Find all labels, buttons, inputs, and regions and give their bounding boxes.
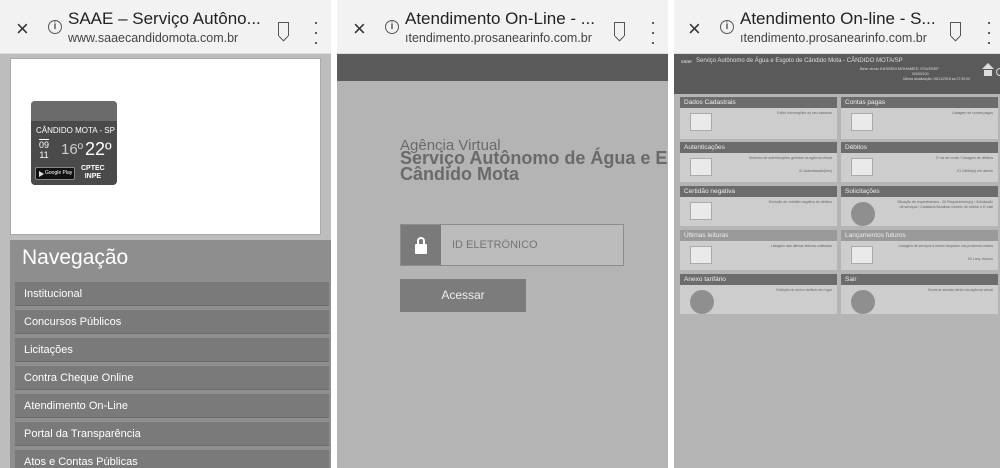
card-ultimas-leituras[interactable]: Últimas leituras Listagem das últimas lei…: [680, 230, 837, 270]
menu-dots-icon[interactable]: · · ·: [986, 13, 992, 51]
nav-item-institucional[interactable]: Institucional: [15, 282, 329, 306]
nav-item-contra-cheque[interactable]: Contra Cheque Online: [15, 366, 329, 390]
browser-bar: × i Atendimento On-Line - ... ıtendiment…: [337, 0, 668, 54]
menu-dots-icon[interactable]: · · ·: [313, 13, 319, 51]
last-update: Última atualização: 06/11/2018 às 07:30:…: [903, 77, 971, 81]
card-contas-pagas[interactable]: Contas pagas Listagem de contas pagas: [841, 97, 998, 139]
bills-icon: [851, 158, 873, 176]
id-field[interactable]: [400, 224, 624, 266]
nav-item-atendimento[interactable]: Atendimento On-Line: [15, 394, 329, 418]
info-icon: [690, 290, 714, 314]
close-tab-button[interactable]: ×: [688, 18, 701, 40]
site-info-icon[interactable]: i: [385, 20, 399, 34]
site-info-icon[interactable]: i: [48, 20, 62, 34]
card-lancamentos-futuros[interactable]: Lançamentos futuros Listagem de serviços …: [841, 230, 998, 270]
nav-item-licitacoes[interactable]: Licitações: [15, 338, 329, 362]
page-url: ıtendimento.prosanearinfo.com.br: [405, 31, 592, 45]
id-input[interactable]: [452, 239, 594, 251]
nav-item-transparencia[interactable]: Portal da Transparência: [15, 422, 329, 446]
close-tab-button[interactable]: ×: [353, 18, 366, 40]
page-title: SAAE – Serviço Autôno...: [68, 9, 261, 28]
bookmark-icon[interactable]: [278, 22, 289, 36]
screenshot-login-page: × i Atendimento On-Line - ... ıtendiment…: [337, 0, 668, 468]
submit-button[interactable]: Acessar: [400, 279, 526, 312]
power-icon[interactable]: [996, 68, 1000, 76]
bookmark-icon[interactable]: [614, 22, 625, 36]
screenshot-dashboard: × i Atendimento On-line - S... ıtendimen…: [674, 0, 1000, 468]
weather-widget: CÂNDIDO MOTA - SP 09 11 16º 22º Google Pl…: [10, 58, 321, 235]
account-number: 00000/100: [912, 72, 929, 76]
card-autenticacoes[interactable]: Autenticações Histórico de autenticações …: [680, 142, 837, 182]
navigation-heading: Navegação: [22, 246, 129, 269]
close-tab-button[interactable]: ×: [16, 18, 29, 40]
weather-min-temp: 16º: [61, 141, 84, 158]
page-title: Atendimento On-Line - ...: [405, 9, 595, 28]
card-sair[interactable]: Sair Encerrar sessão dentro da agência vi…: [841, 274, 998, 314]
page-url: www.saaecandidomota.com.br: [68, 31, 239, 45]
google-play-badge[interactable]: Google Play: [35, 167, 75, 180]
weather-date: 09 11: [39, 139, 50, 160]
power-icon: [851, 290, 875, 314]
card-anexo-tarifario[interactable]: Anexo tarifário Exibição do anexo tarifár…: [680, 274, 837, 314]
dashboard-header: saae Serviço Autônomo de Água e Esgoto d…: [674, 54, 1000, 94]
nav-item-concursos[interactable]: Concursos Públicos: [15, 310, 329, 334]
top-bar: [337, 54, 668, 81]
menu-dots-icon[interactable]: · · ·: [650, 13, 656, 51]
bookmark-icon[interactable]: [950, 22, 961, 36]
printer-icon: [690, 158, 712, 176]
card-debitos[interactable]: Débitos 2ª via de conta / Listagem de déb…: [841, 142, 998, 182]
chart-icon: [690, 246, 712, 264]
bills-icon: [851, 113, 873, 131]
lock-icon: [401, 225, 441, 265]
login-body: [337, 81, 668, 468]
page-title: Atendimento On-line - S...: [740, 9, 936, 28]
navigation-menu: Navegação Institucional Concursos Públic…: [10, 240, 331, 468]
dashboard-grid: Dados Cadastrais Exibir informações do se…: [674, 94, 1000, 468]
welcome-text: Bem vindo KASSEM MOHAMED YOUSSEF: [860, 66, 939, 71]
cptec-logo: CPTEC INPE: [81, 165, 105, 180]
browser-bar: × i Atendimento On-line - S... ıtendimen…: [674, 0, 1000, 54]
weather-city: CÂNDIDO MOTA - SP: [36, 126, 115, 135]
nav-item-atos-contas[interactable]: Atos e Contas Públicas: [15, 450, 329, 468]
page-url: ıtendimento.prosanearinfo.com.br: [740, 31, 927, 45]
weather-card[interactable]: CÂNDIDO MOTA - SP 09 11 16º 22º Google Pl…: [31, 101, 117, 185]
saae-logo: saae: [681, 59, 692, 65]
card-dados-cadastrais[interactable]: Dados Cadastrais Exibir informações do se…: [680, 97, 837, 139]
browser-bar: × i SAAE – Serviço Autôno... www.saaecan…: [0, 0, 331, 54]
card-certidao-negativa[interactable]: Certidão negativa Emissão de certidão neg…: [680, 186, 837, 226]
document-icon: [690, 113, 712, 131]
dashboard-title: Serviço Autônomo de Água e Esgoto de Cân…: [696, 58, 903, 64]
screenshot-saae-site: × i SAAE – Serviço Autôno... www.saaecan…: [0, 0, 331, 468]
clock-icon: [851, 202, 875, 226]
weather-max-temp: 22º: [85, 139, 112, 159]
plus-icon: [851, 246, 873, 264]
service-name: Serviço Autônomo de Água e Esg Cândido Mo…: [400, 148, 668, 184]
card-solicitacoes[interactable]: Solicitações Situação de requerimentos - …: [841, 186, 998, 226]
site-info-icon[interactable]: i: [720, 20, 734, 34]
certificate-icon: [690, 202, 712, 220]
home-icon[interactable]: [982, 63, 994, 76]
